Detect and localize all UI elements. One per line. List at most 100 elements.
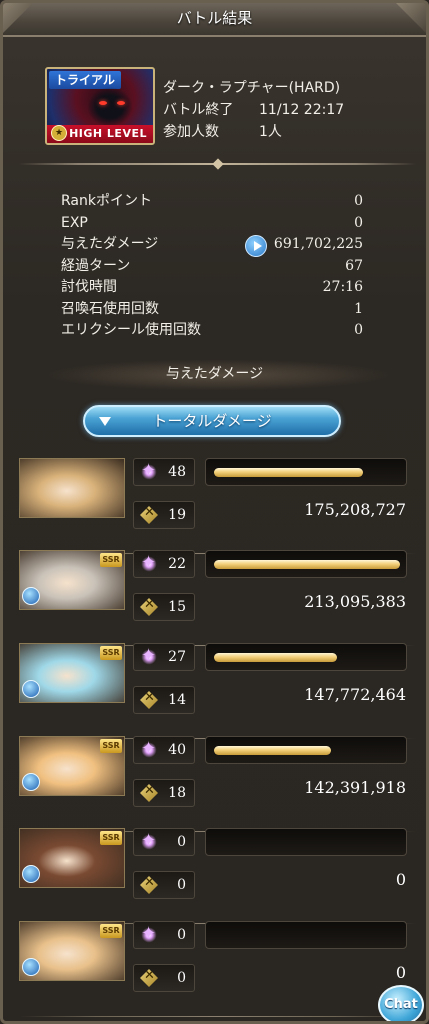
play-icon[interactable]	[245, 235, 267, 257]
character-portrait[interactable]: SSR	[19, 921, 125, 981]
character-row: 48 19 175,208,727	[19, 458, 416, 554]
stat-summon-uses: 召喚石使用回数 1	[61, 299, 363, 321]
stat-label: EXP	[61, 214, 88, 231]
turn-count: 15	[168, 599, 186, 615]
turn-count-box: 0	[133, 871, 195, 899]
stat-label: エリクシール使用回数	[61, 322, 201, 338]
damage-bar	[205, 458, 407, 486]
section-divider	[19, 161, 416, 167]
damage-bar-fill	[214, 468, 363, 477]
stat-value: 0	[354, 214, 363, 231]
stat-value: 67	[345, 257, 363, 274]
row-divider	[19, 1016, 416, 1017]
damage-value: 0	[395, 963, 406, 982]
dropdown-arrow-icon	[99, 417, 111, 426]
ssr-badge: SSR	[100, 553, 122, 567]
ability-count-box: 0	[133, 921, 195, 949]
stat-label: 与えたダメージ	[61, 236, 159, 252]
damage-bar-fill	[214, 746, 332, 755]
sparkle-icon	[140, 738, 158, 759]
stats-list: Rankポイント 0 EXP 0 与えたダメージ 691,702,225 経過タ…	[61, 191, 363, 342]
stat-value: 0	[354, 193, 363, 209]
stat-turns: 経過ターン 67	[61, 256, 363, 278]
total-damage-dropdown[interactable]: トータルダメージ	[83, 405, 341, 437]
stat-label: 討伐時間	[61, 279, 117, 295]
turn-count-box: 14	[133, 686, 195, 714]
level-medal-icon: ★	[51, 125, 67, 141]
character-portrait[interactable]: SSR	[19, 643, 125, 703]
sparkle-icon	[140, 830, 158, 851]
stat-exp: EXP 0	[61, 213, 363, 235]
damage-bar-fill	[214, 560, 400, 569]
element-icon	[22, 587, 40, 605]
battle-end-time: 11/12 22:17	[259, 102, 345, 118]
character-row: SSR 0 0 0	[19, 921, 416, 1017]
crossed-swords-icon	[140, 598, 158, 616]
ability-count-box: 22	[133, 550, 195, 578]
stat-label: Rankポイント	[61, 193, 152, 209]
ssr-badge: SSR	[100, 646, 122, 660]
participants-row: 参加人数 1人	[163, 121, 344, 143]
sparkle-icon	[140, 645, 158, 666]
stat-value: 691,702,225	[273, 236, 363, 252]
stat-elixir-uses: エリクシール使用回数 0	[61, 320, 363, 342]
damage-bar-track	[214, 931, 400, 940]
stat-label: 経過ターン	[61, 257, 131, 274]
character-row: SSR 0 0 0	[19, 828, 416, 924]
ssr-badge: SSR	[100, 924, 122, 938]
boss-silhouette	[87, 87, 133, 127]
turn-count: 14	[168, 692, 186, 708]
participants-value: 1人	[259, 124, 282, 140]
turn-count: 0	[177, 970, 186, 986]
turn-count-box: 19	[133, 501, 195, 529]
crossed-swords-icon	[140, 876, 158, 894]
quest-banner[interactable]: トライアル HIGH LEVEL ★	[45, 67, 155, 145]
battle-end-row: バトル終了 11/12 22:17	[163, 99, 344, 121]
damage-bar-track	[214, 653, 400, 662]
battle-result-page: バトル結果 トライアル HIGH LEVEL ★ ダーク・ラプチャー(HARD)…	[0, 0, 429, 1024]
character-portrait[interactable]: SSR	[19, 550, 125, 610]
element-icon	[22, 958, 40, 976]
sparkle-icon	[140, 923, 158, 944]
crossed-swords-icon	[140, 969, 158, 987]
turn-count-box: 0	[133, 964, 195, 992]
element-icon	[22, 680, 40, 698]
character-row: SSR 27 14 147,772,464	[19, 643, 416, 739]
stat-damage: 与えたダメージ 691,702,225	[61, 234, 363, 257]
participants-label: 参加人数	[163, 124, 219, 140]
ability-count: 0	[177, 834, 186, 850]
damage-bar-track	[214, 560, 400, 569]
ability-count-box: 0	[133, 828, 195, 856]
page-title: バトル結果	[176, 9, 253, 27]
damage-value: 0	[395, 870, 406, 889]
damage-value: 175,208,727	[304, 500, 406, 519]
ability-count: 22	[168, 556, 186, 572]
damage-bar	[205, 550, 407, 578]
damage-bar-track	[214, 838, 400, 847]
damage-bar-track	[214, 746, 400, 755]
turn-count-box: 15	[133, 593, 195, 621]
quest-info: ダーク・ラプチャー(HARD) バトル終了 11/12 22:17 参加人数 1人	[163, 77, 344, 143]
sparkle-icon	[140, 552, 158, 573]
character-portrait[interactable]	[19, 458, 125, 518]
damage-section-title: 与えたダメージ	[165, 366, 264, 382]
character-row: SSR 22 15 213,095,383	[19, 550, 416, 646]
stat-value: 1	[354, 300, 363, 317]
boss-eye-right	[117, 101, 125, 105]
crossed-swords-icon	[140, 784, 158, 802]
header-bar: バトル結果	[3, 3, 426, 37]
crossed-swords-icon	[140, 691, 158, 709]
turn-count-box: 18	[133, 779, 195, 807]
element-icon	[22, 865, 40, 883]
quest-name: ダーク・ラプチャー(HARD)	[163, 80, 341, 96]
chat-button[interactable]: Chat	[378, 985, 424, 1021]
turn-count: 18	[168, 785, 186, 801]
ability-count-box: 48	[133, 458, 195, 486]
damage-bar-track	[214, 468, 400, 477]
turn-count: 0	[177, 877, 186, 893]
ssr-badge: SSR	[100, 739, 122, 753]
ability-count-box: 40	[133, 736, 195, 764]
character-portrait[interactable]: SSR	[19, 736, 125, 796]
character-portrait[interactable]: SSR	[19, 828, 125, 888]
ssr-badge: SSR	[100, 831, 122, 845]
